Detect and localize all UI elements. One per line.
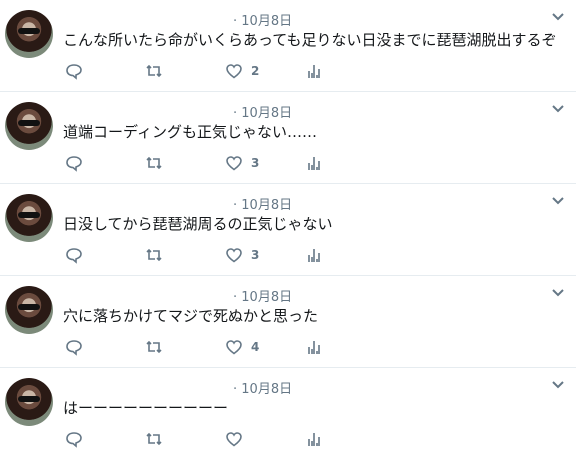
tweet-actions: 3 — [63, 154, 363, 172]
avatar-glasses — [18, 28, 40, 34]
analytics-button[interactable] — [305, 338, 323, 356]
meta-separator: · — [233, 382, 238, 397]
tweet[interactable]: · 10月8日 道端コーディングも正気じゃない…… 3 — [0, 92, 576, 184]
avatar-glasses — [18, 396, 40, 402]
like-button[interactable]: 3 — [225, 154, 259, 172]
avatar[interactable] — [5, 194, 53, 242]
analytics-icon — [308, 65, 320, 78]
meta-separator: · — [233, 106, 238, 121]
tweet-actions: 2 — [63, 62, 363, 80]
meta-separator: · — [233, 290, 238, 305]
reply-icon — [66, 64, 82, 80]
reply-icon — [66, 340, 82, 356]
chevron-down-icon[interactable] — [550, 100, 566, 116]
tweet-meta: · 10月8日 — [233, 194, 292, 213]
tweet-actions — [63, 430, 363, 448]
retweet-button[interactable] — [145, 430, 163, 448]
tweet-date[interactable]: 10月8日 — [241, 198, 292, 213]
tweet[interactable]: · 10月8日 こんな所いたら命がいくらあっても足りない日没までに琵琶湖脱出する… — [0, 0, 576, 92]
reply-icon — [66, 248, 82, 264]
like-button[interactable]: 3 — [225, 246, 259, 264]
analytics-button[interactable] — [305, 62, 323, 80]
reply-icon — [66, 432, 82, 448]
reply-button[interactable] — [65, 246, 83, 264]
chevron-down-icon[interactable] — [550, 284, 566, 300]
tweet-meta: · 10月8日 — [233, 378, 292, 397]
heart-icon — [226, 64, 242, 79]
like-button[interactable]: 4 — [225, 338, 259, 356]
analytics-button[interactable] — [305, 246, 323, 264]
retweet-icon — [146, 432, 162, 446]
meta-separator: · — [233, 198, 238, 213]
tweet[interactable]: · 10月8日 日没してから琵琶湖周るの正気じゃない 3 — [0, 184, 576, 276]
tweet-meta: · 10月8日 — [233, 102, 292, 121]
avatar-glasses — [18, 120, 40, 126]
tweet-text: 穴に落ちかけてマジで死ぬかと思った — [63, 307, 319, 325]
retweet-icon — [146, 340, 162, 354]
heart-icon — [226, 340, 242, 355]
analytics-icon — [308, 433, 320, 446]
reply-button[interactable] — [65, 62, 83, 80]
like-button[interactable]: 2 — [225, 62, 259, 80]
chevron-down-icon[interactable] — [550, 8, 566, 24]
analytics-icon — [308, 157, 320, 170]
analytics-button[interactable] — [305, 430, 323, 448]
tweet-date[interactable]: 10月8日 — [241, 382, 292, 397]
retweet-icon — [146, 248, 162, 262]
retweet-icon — [146, 64, 162, 78]
avatar-glasses — [18, 304, 40, 310]
analytics-button[interactable] — [305, 154, 323, 172]
retweet-button[interactable] — [145, 246, 163, 264]
tweet-text: こんな所いたら命がいくらあっても足りない日没までに琵琶湖脱出するぞ — [63, 31, 557, 49]
chevron-down-icon[interactable] — [550, 192, 566, 208]
tweet[interactable]: · 10月8日 はーーーーーーーーーー — [0, 368, 576, 460]
tweet-text: 道端コーディングも正気じゃない…… — [63, 123, 317, 141]
retweet-button[interactable] — [145, 62, 163, 80]
tweet-meta: · 10月8日 — [233, 286, 292, 305]
like-count: 3 — [251, 156, 260, 170]
chevron-down-icon[interactable] — [550, 376, 566, 392]
analytics-icon — [308, 249, 320, 262]
avatar[interactable] — [5, 10, 53, 58]
tweet-actions: 4 — [63, 338, 363, 356]
reply-button[interactable] — [65, 338, 83, 356]
tweet[interactable]: · 10月8日 穴に落ちかけてマジで死ぬかと思った 4 — [0, 276, 576, 368]
heart-icon — [226, 156, 242, 171]
analytics-icon — [308, 341, 320, 354]
retweet-button[interactable] — [145, 338, 163, 356]
tweet-text: 日没してから琵琶湖周るの正気じゃない — [63, 215, 333, 233]
reply-icon — [66, 156, 82, 172]
avatar-glasses — [18, 212, 40, 218]
avatar[interactable] — [5, 102, 53, 150]
heart-icon — [226, 432, 242, 447]
reply-button[interactable] — [65, 154, 83, 172]
tweet-date[interactable]: 10月8日 — [241, 290, 292, 305]
tweet-text: はーーーーーーーーーー — [63, 399, 229, 417]
like-count: 4 — [251, 340, 260, 354]
tweet-actions: 3 — [63, 246, 363, 264]
tweet-meta: · 10月8日 — [233, 10, 292, 29]
like-count: 2 — [251, 64, 260, 78]
reply-button[interactable] — [65, 430, 83, 448]
tweet-date[interactable]: 10月8日 — [241, 14, 292, 29]
like-count: 3 — [251, 248, 260, 262]
avatar[interactable] — [5, 378, 53, 426]
retweet-icon — [146, 156, 162, 170]
retweet-button[interactable] — [145, 154, 163, 172]
timeline: · 10月8日 こんな所いたら命がいくらあっても足りない日没までに琵琶湖脱出する… — [0, 0, 576, 451]
avatar[interactable] — [5, 286, 53, 334]
tweet-date[interactable]: 10月8日 — [241, 106, 292, 121]
meta-separator: · — [233, 14, 238, 29]
like-button[interactable] — [225, 430, 251, 448]
heart-icon — [226, 248, 242, 263]
